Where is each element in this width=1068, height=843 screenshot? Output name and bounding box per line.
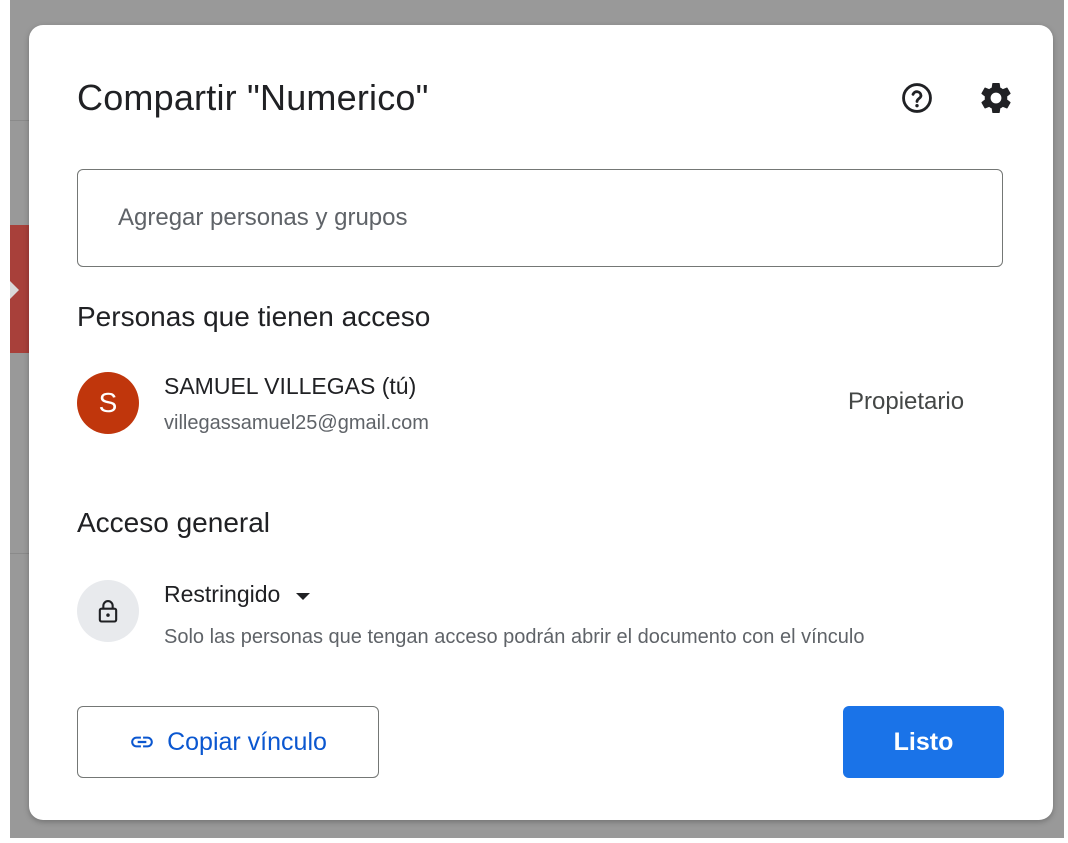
background-divider <box>10 553 30 554</box>
gear-icon <box>981 82 1011 113</box>
general-access-description: Solo las personas que tengan acceso podr… <box>164 626 865 648</box>
dialog-title: Compartir "Numerico" <box>77 77 429 118</box>
background-right-band <box>1064 0 1068 843</box>
people-with-access-heading: Personas que tienen acceso <box>77 301 431 332</box>
help-circle-icon <box>902 83 932 113</box>
done-button[interactable]: Listo <box>843 706 1004 778</box>
person-role: Propietario <box>848 388 965 415</box>
avatar: S <box>77 372 139 434</box>
person-name: SAMUEL VILLEGAS (tú) <box>164 373 417 399</box>
link-icon <box>129 729 155 755</box>
general-access-heading: Acceso general <box>77 507 271 538</box>
help-button[interactable] <box>897 78 937 118</box>
share-dialog: Compartir "Numerico" Personas que tienen… <box>29 25 1053 820</box>
background-bottom-band <box>0 838 1068 843</box>
caret-down-icon <box>296 592 311 600</box>
settings-button[interactable] <box>976 78 1016 118</box>
person-email: villegassamuel25@gmail.com <box>164 412 429 434</box>
background-divider <box>10 120 30 121</box>
copy-link-button[interactable]: Copiar vínculo <box>77 706 379 778</box>
lock-icon <box>98 600 118 623</box>
copy-link-label: Copiar vínculo <box>167 727 327 756</box>
add-people-input[interactable] <box>77 169 1003 267</box>
general-access-level: Restringido <box>164 581 281 607</box>
avatar-letter: S <box>98 387 118 418</box>
general-access-dropdown[interactable]: Restringido <box>164 581 311 608</box>
background-arrow-icon <box>10 281 19 299</box>
general-access-icon-circle <box>77 580 139 642</box>
background-left-strip <box>0 0 10 843</box>
